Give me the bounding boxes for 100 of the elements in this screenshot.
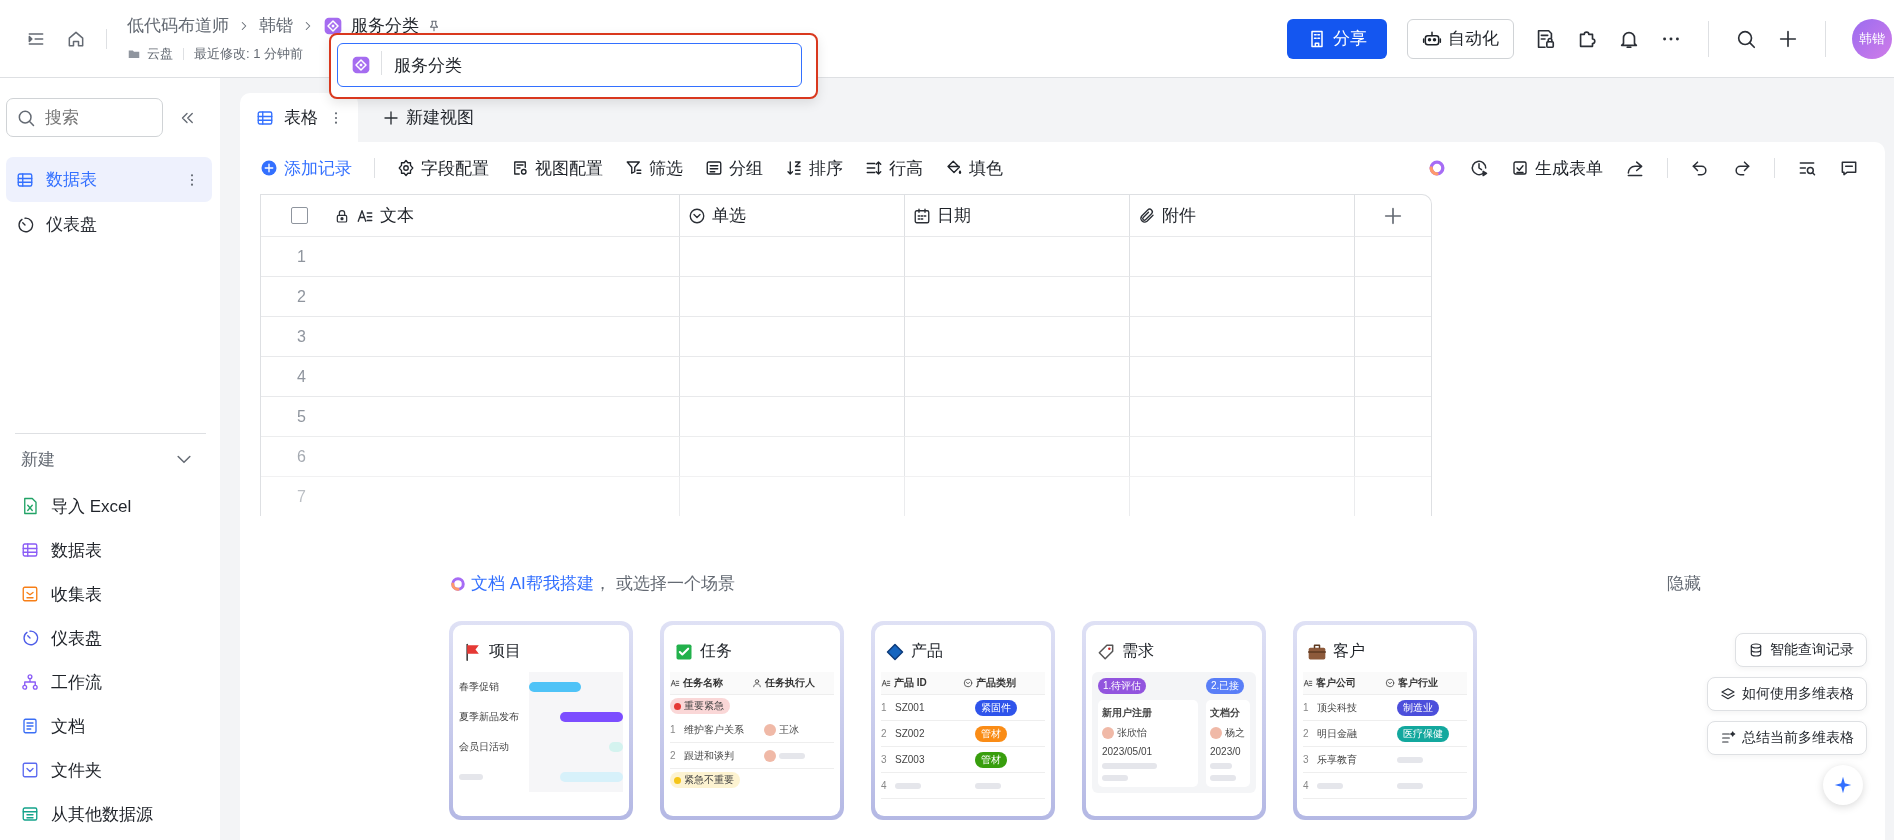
record-name: 乐享教育 bbox=[1317, 752, 1357, 767]
placeholder-bar bbox=[1317, 782, 1343, 789]
category-tag: 紧固件 bbox=[975, 699, 1017, 716]
chevron-circle-icon bbox=[1385, 678, 1395, 688]
create-menu-item[interactable]: 数据表 bbox=[15, 528, 206, 572]
placeholder-bar bbox=[1102, 775, 1128, 781]
row-height-icon bbox=[865, 159, 883, 177]
template-card[interactable]: 产品 产品 ID 产品类别 1 SZ001 紧固件 2 SZ002 管材 3 SZ003 管材 4 bbox=[871, 621, 1055, 820]
mini-column-label: 客户公司 bbox=[1316, 676, 1356, 690]
create-menu-item[interactable]: 从其他数据源 bbox=[15, 792, 206, 836]
new-section-header[interactable]: 新建 bbox=[15, 434, 206, 484]
template-title: 客户 bbox=[1333, 641, 1365, 661]
workflow-icon bbox=[21, 673, 39, 691]
avatar bbox=[1102, 727, 1114, 739]
ai-build-link[interactable]: 文档 AI帮我搭建 bbox=[471, 574, 594, 593]
create-item-label: 文件夹 bbox=[51, 759, 102, 782]
toolbar-button[interactable]: 行高 bbox=[865, 156, 923, 180]
avatar bbox=[764, 723, 776, 736]
folder-box-icon bbox=[21, 761, 39, 779]
template-card[interactable]: 需求 1.待评估 新用户注册 张欣怡 2023/05/01 2.已接 文档分 杨之 2023/0 bbox=[1082, 621, 1266, 820]
tag-label: 紧急不重要 bbox=[684, 773, 734, 787]
breadcrumb-link[interactable]: 低代码布道师 bbox=[127, 14, 229, 37]
view-tab[interactable]: 表格 bbox=[240, 93, 358, 142]
task-label: 夏季新品发布 bbox=[459, 710, 520, 724]
task-name: 跟进和谈判 bbox=[684, 748, 735, 763]
assistant-action-button[interactable]: 智能查询记录 bbox=[1735, 633, 1867, 667]
category-tag: 制造业 bbox=[1397, 699, 1439, 716]
diamond-icon bbox=[885, 641, 905, 662]
paint-bucket-icon bbox=[945, 159, 963, 177]
create-item-label: 工作流 bbox=[51, 671, 102, 694]
row-number: 6 bbox=[297, 447, 306, 466]
hide-link[interactable]: 隐藏 bbox=[1667, 572, 1701, 595]
category-tag: 管材 bbox=[975, 725, 1007, 742]
create-menu-item[interactable]: 文档 bbox=[15, 704, 206, 748]
automation-button[interactable]: 自动化 bbox=[1407, 18, 1514, 59]
add-record-button[interactable]: 添加记录 bbox=[260, 156, 352, 180]
ai-ring-icon[interactable] bbox=[1427, 158, 1447, 178]
toolbar-button[interactable]: 字段配置 bbox=[397, 156, 489, 180]
assistant-action-button[interactable]: 总结当前多维表格 bbox=[1707, 721, 1867, 755]
share-arrow-icon[interactable] bbox=[1625, 158, 1645, 178]
toolbar-button[interactable]: 视图配置 bbox=[511, 156, 603, 180]
create-menu-item[interactable]: 收集表 bbox=[15, 572, 206, 616]
toolbar-button[interactable]: 分组 bbox=[705, 156, 763, 180]
task-name: 维护客户关系 bbox=[684, 722, 745, 737]
row-number: 3 bbox=[297, 327, 306, 346]
clock-play-icon[interactable] bbox=[1469, 158, 1489, 178]
ai-assistant-button[interactable] bbox=[1823, 765, 1863, 805]
modified-time: 最近修改: 1 分钟前 bbox=[194, 45, 304, 63]
placeholder-bar bbox=[459, 774, 483, 780]
template-card[interactable]: 客户 客户公司 客户行业 1 顶尖科技 制造业 2 明日金融 医疗保健 3 乐享教育 4 bbox=[1293, 621, 1477, 820]
person-icon bbox=[752, 678, 762, 688]
toolbar-button[interactable]: 筛选 bbox=[625, 156, 683, 180]
sidebar-item[interactable]: 数据表 bbox=[6, 157, 212, 202]
avatar bbox=[1210, 727, 1222, 739]
new-view-button[interactable]: 新建视图 bbox=[358, 93, 498, 142]
row-number: 4 bbox=[881, 780, 888, 791]
placeholder-bar bbox=[1210, 763, 1232, 769]
create-item-label: 数据表 bbox=[51, 539, 102, 562]
person-name: 王冰 bbox=[779, 722, 799, 737]
location-label: 云盘 bbox=[147, 45, 173, 63]
generate-form-button[interactable]: 生成表单 bbox=[1511, 156, 1603, 180]
card-title: 新用户注册 bbox=[1102, 706, 1153, 720]
breadcrumb-link[interactable]: 韩锴 bbox=[259, 14, 293, 37]
card-date: 2023/0 bbox=[1210, 746, 1242, 757]
column-header[interactable]: 日期 bbox=[905, 195, 1130, 236]
comment-icon[interactable] bbox=[1839, 158, 1859, 178]
create-menu-item[interactable]: 文件夹 bbox=[15, 748, 206, 792]
tag-label: 重要紧急 bbox=[684, 699, 724, 713]
sidebar-item-label: 数据表 bbox=[46, 169, 97, 191]
share-button[interactable]: 分享 bbox=[1287, 18, 1387, 59]
create-menu-item[interactable]: 导入 Excel bbox=[15, 484, 206, 528]
toolbar-button[interactable]: 排序 bbox=[785, 156, 843, 180]
pin-icon[interactable] bbox=[427, 18, 441, 33]
record-name: 明日金融 bbox=[1317, 726, 1357, 741]
excel-icon bbox=[21, 497, 39, 515]
record-name: SZ003 bbox=[895, 754, 925, 765]
template-card[interactable]: 项目 春季促销 夏季新品发布 会员日活动 bbox=[449, 621, 633, 820]
sidebar-item[interactable]: 仪表盘 bbox=[6, 202, 212, 247]
column-header[interactable]: 附件 bbox=[1130, 195, 1355, 236]
card-title: 文档分 bbox=[1210, 706, 1241, 720]
placeholder-bar bbox=[975, 782, 1001, 789]
column-header[interactable]: 单选 bbox=[680, 195, 905, 236]
view-settings-icon bbox=[511, 159, 529, 177]
search-field[interactable]: 搜索 bbox=[6, 98, 163, 137]
select-all-checkbox[interactable] bbox=[291, 207, 308, 224]
category-tag: 管材 bbox=[975, 751, 1007, 768]
column-header[interactable]: 文本 bbox=[261, 195, 680, 236]
redo-icon[interactable] bbox=[1732, 158, 1752, 178]
record-name: SZ001 bbox=[895, 702, 925, 713]
undo-icon[interactable] bbox=[1690, 158, 1710, 178]
assistant-action-button[interactable]: 如何使用多维表格 bbox=[1707, 677, 1867, 711]
mini-column-label: 客户行业 bbox=[1398, 676, 1438, 690]
row-number: 7 bbox=[297, 487, 306, 506]
create-item-label: 导入 Excel bbox=[51, 495, 132, 518]
create-menu-item[interactable]: 工作流 bbox=[15, 660, 206, 704]
toolbar-button[interactable]: 填色 bbox=[945, 156, 1003, 180]
template-card[interactable]: 任务 任务名称 任务执行人 重要紧急 1 维护客户关系 王冰 2 跟进和谈判 紧急不重要 bbox=[660, 621, 844, 820]
layers-icon bbox=[1720, 686, 1736, 702]
rename-field[interactable]: 服务分类 bbox=[337, 43, 802, 87]
create-menu-item[interactable]: 仪表盘 bbox=[15, 616, 206, 660]
